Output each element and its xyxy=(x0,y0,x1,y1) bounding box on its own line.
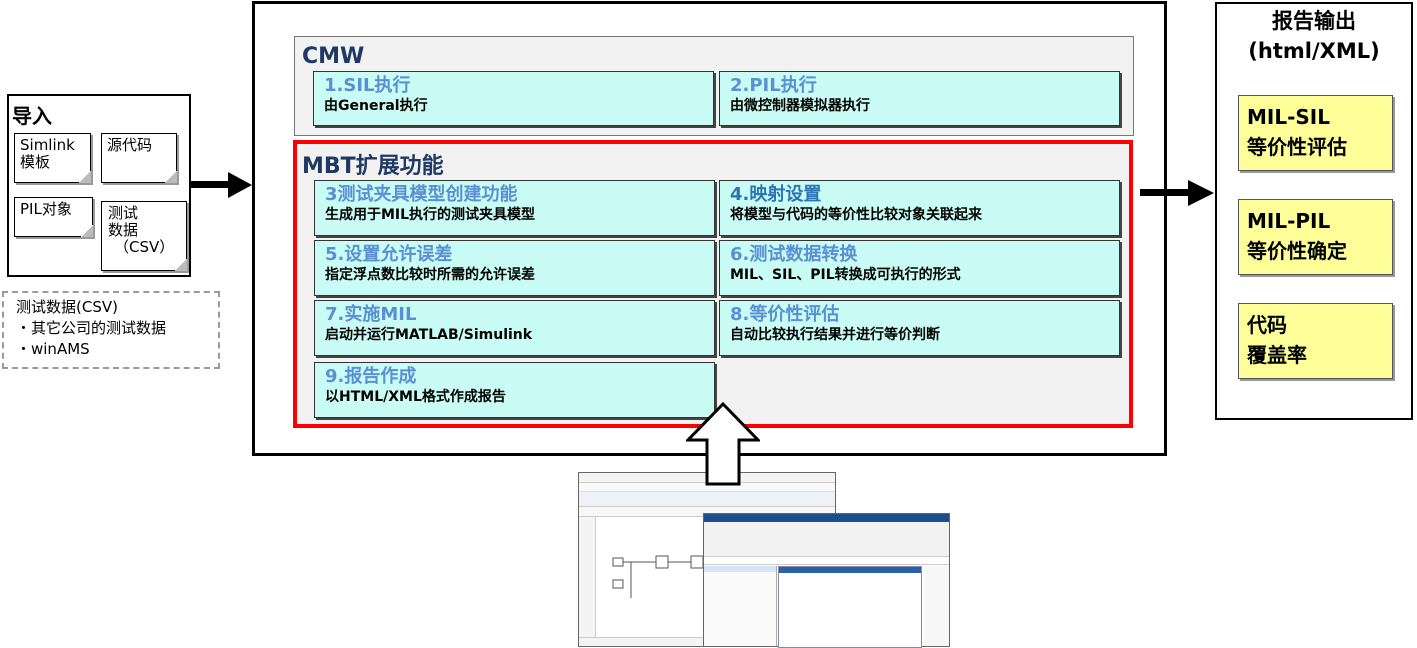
mbt-cell-report: 9.报告作成 以HTML/XML格式作成报告 xyxy=(314,362,715,418)
cell-desc: 以HTML/XML格式作成报告 xyxy=(325,389,506,405)
note-line1: MIL-PIL xyxy=(1247,209,1331,233)
matlab-window-screenshot xyxy=(703,513,950,648)
cell-title: 1.SIL执行 xyxy=(324,75,411,96)
test-data-line2: 数据 xyxy=(108,221,139,239)
report-title-line2: (html/XML) xyxy=(1248,39,1380,63)
mbt-cell-mapping: 4.映射设置 将模型与代码的等价性比较对象关联起来 xyxy=(719,180,1120,236)
pil-target-note: PIL对象 xyxy=(14,197,93,237)
cell-title: 9.报告作成 xyxy=(325,366,417,387)
csv-box-line2: ・其它公司的测试数据 xyxy=(16,319,167,337)
cell-title: 4.映射设置 xyxy=(730,184,822,205)
cell-desc: 由General执行 xyxy=(324,98,428,114)
input-up-arrow-icon xyxy=(686,402,760,486)
cell-desc: MIL、SIL、PIL转换成可执行的形式 xyxy=(730,267,961,283)
cell-title: 6.测试数据转换 xyxy=(730,244,858,265)
simulink-blocks-icon xyxy=(612,555,704,598)
mbt-cell-tolerance: 5.设置允许误差 指定浮点数比较时所需的允许误差 xyxy=(314,240,715,296)
cmw-cell-sil: 1.SIL执行 由General执行 xyxy=(313,71,714,126)
csv-box-line1: 测试数据(CSV) xyxy=(16,298,118,316)
mbt-title: MBT扩展功能 xyxy=(302,154,444,179)
cell-title: 7.实施MIL xyxy=(325,304,417,325)
report-title: 报告输出 (html/XML) xyxy=(1215,6,1413,66)
note-line2: 等价性确定 xyxy=(1247,239,1347,263)
external-test-data-box: 测试数据(CSV) ・其它公司的测试数据 ・winAMS xyxy=(2,291,220,369)
cell-desc: 启动并运行MATLAB/Simulink xyxy=(325,327,533,343)
cell-desc: 将模型与代码的等价性比较对象关联起来 xyxy=(730,207,982,223)
simulink-note-line1: Simlink xyxy=(20,136,75,154)
mbt-cell-conversion: 6.测试数据转换 MIL、SIL、PIL转换成可执行的形式 xyxy=(719,240,1120,296)
test-data-line3: （CSV） xyxy=(114,238,175,256)
mbt-cell-mil: 7.实施MIL 启动并运行MATLAB/Simulink xyxy=(314,300,715,356)
cell-title: 5.设置允许误差 xyxy=(325,244,453,265)
report-title-line1: 报告输出 xyxy=(1272,9,1356,33)
import-title: 导入 xyxy=(12,104,52,128)
simulink-template-note: Simlink 模板 xyxy=(14,133,91,183)
mbt-cell-equivalence: 8.等价性评估 自动比较执行结果并进行等价判断 xyxy=(719,300,1120,356)
cmw-title: CMW xyxy=(302,44,365,69)
note-line1: 代码 xyxy=(1247,313,1287,337)
cell-desc: 生成用于MIL执行的测试夹具模型 xyxy=(325,207,536,223)
mbt-cell-fixture: 3测试夹具模型创建功能 生成用于MIL执行的测试夹具模型 xyxy=(314,180,715,236)
cell-desc: 由微控制器模拟器执行 xyxy=(730,98,870,114)
note-line2: 覆盖率 xyxy=(1247,343,1307,367)
cell-title: 3测试夹具模型创建功能 xyxy=(325,184,518,205)
cell-title: 2.PIL执行 xyxy=(730,75,817,96)
cell-desc: 指定浮点数比较时所需的允许误差 xyxy=(325,267,535,283)
report-note-mil-sil: MIL-SIL 等价性评估 xyxy=(1238,95,1393,171)
output-arrow-icon xyxy=(1140,180,1214,206)
pil-note-label: PIL对象 xyxy=(20,200,72,218)
note-line2: 等价性评估 xyxy=(1247,135,1347,159)
test-data-line1: 测试 xyxy=(108,204,139,222)
csv-box-line3: ・winAMS xyxy=(16,340,90,358)
simulink-note-line2: 模板 xyxy=(20,153,51,171)
report-note-mil-pil: MIL-PIL 等价性确定 xyxy=(1238,199,1393,275)
test-data-note: 测试 数据 （CSV） xyxy=(101,201,187,271)
cell-title: 8.等价性评估 xyxy=(730,304,840,325)
cell-desc: 自动比较执行结果并进行等价判断 xyxy=(730,327,940,343)
cmw-cell-pil: 2.PIL执行 由微控制器模拟器执行 xyxy=(719,71,1120,126)
source-code-note: 源代码 xyxy=(101,133,177,183)
source-note-label: 源代码 xyxy=(107,136,153,154)
note-line1: MIL-SIL xyxy=(1247,105,1330,129)
import-arrow-icon xyxy=(190,172,252,198)
report-note-coverage: 代码 覆盖率 xyxy=(1238,303,1393,379)
